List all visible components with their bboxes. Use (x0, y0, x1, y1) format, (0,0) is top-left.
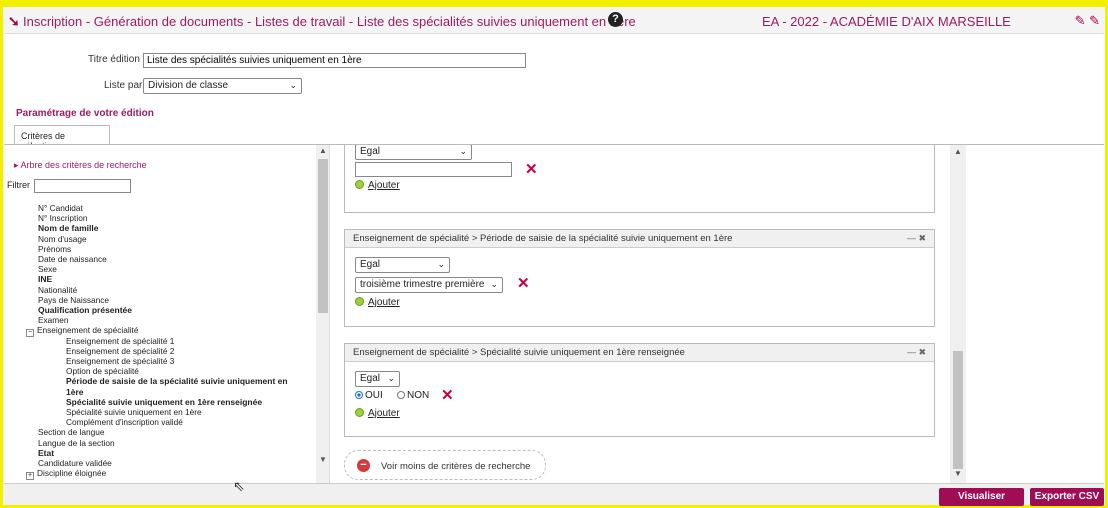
liste-par-select[interactable]: Division de classe ⌄ (143, 78, 302, 94)
panel-header: Enseignement de spécialité > Spécialité … (345, 344, 934, 362)
criteria-scrollbar[interactable]: ▲ ▼ (950, 145, 966, 483)
collapse-icon[interactable]: − (26, 329, 34, 338)
chevron-down-icon: ⌄ (459, 146, 467, 156)
plus-circle-icon (355, 297, 364, 306)
criteria-value-input-top[interactable] (355, 162, 512, 177)
plus-circle-icon (355, 180, 364, 189)
tree-item[interactable]: Enseignement de spécialité 1 (66, 336, 174, 346)
add-button-top[interactable]: Ajouter (355, 180, 400, 191)
criteria-panel-top: Egal ⌄ ✕ Ajouter (344, 145, 935, 213)
tree-scrollbar-thumb[interactable] (318, 159, 328, 313)
tree-item[interactable]: Nom d'usage (38, 234, 87, 244)
mouse-cursor-icon: ⇖ (233, 478, 245, 494)
filter-label: Filtrer (7, 180, 30, 190)
criteria-area: Egal ⌄ ✕ Ajouter Enseignement de spéciali… (336, 145, 966, 483)
help-icon[interactable]: ? (608, 12, 623, 27)
plus-circle-icon (355, 408, 364, 417)
tree-item[interactable]: Spécialité suivie uniquement en 1ère (66, 407, 202, 417)
page-header: ➘ Inscription - Génération de documents … (4, 8, 1104, 34)
panel-controls[interactable]: — ✖ (907, 347, 926, 358)
page-title: Inscription - Génération de documents - … (23, 14, 636, 29)
section-title: Paramétrage de votre édition (16, 108, 154, 119)
scroll-down-icon[interactable]: ▼ (319, 455, 327, 464)
tree-item[interactable]: + Discipline éloignée (26, 468, 106, 481)
criteria-panel-periode: Enseignement de spécialité > Période de … (344, 229, 935, 327)
titre-edition-input[interactable] (143, 53, 526, 68)
tree-item[interactable]: Candidature validée (38, 458, 112, 468)
tree-item[interactable]: N° Candidat (38, 203, 83, 213)
exporter-csv-button[interactable]: Exporter CSV (1030, 488, 1104, 506)
tree-item[interactable]: Qualification présentée (38, 305, 132, 315)
add-button-renseignee[interactable]: Ajouter (355, 408, 400, 419)
tree-item[interactable]: 1ère (66, 387, 84, 397)
tree-item[interactable]: N° Inscription (38, 213, 87, 223)
tree-item[interactable]: Option de spécialité (66, 366, 139, 376)
tree-item[interactable]: Examen (38, 315, 68, 325)
exam-session-label: EA - 2022 - ACADÉMIE D'AIX MARSEILLE (762, 14, 1011, 29)
chevron-down-icon: ⌄ (387, 373, 395, 383)
expand-icon[interactable]: + (26, 472, 34, 481)
panel-header: Enseignement de spécialité > Période de … (345, 230, 934, 248)
tree-scrollbar[interactable]: ▲ ▼ (316, 145, 329, 483)
scroll-up-icon[interactable]: ▲ (319, 146, 327, 155)
chevron-down-icon: ⌄ (490, 279, 498, 289)
criteria-scrollbar-thumb[interactable] (953, 351, 963, 469)
tree-item[interactable]: INE (38, 274, 52, 284)
arrow-down-right-icon: ➘ (8, 13, 20, 29)
delete-icon[interactable]: ✕ (525, 162, 538, 177)
minus-circle-icon: − (357, 459, 370, 472)
tree-item[interactable]: Pays de Naissance (38, 295, 109, 305)
tree-item[interactable]: Nationalité (38, 285, 77, 295)
tree-item[interactable]: Complément d'inscription validé (66, 417, 183, 427)
filter-input[interactable] (34, 179, 131, 193)
operator-select-top[interactable]: Egal ⌄ (355, 145, 472, 160)
visualiser-button[interactable]: Visualiser (939, 488, 1024, 506)
tree-item[interactable]: Date de naissance (38, 254, 107, 264)
tree-item[interactable]: Spécialité suivie uniquement en 1ère ren… (66, 397, 262, 407)
edit-icon[interactable]: ✎ (1075, 13, 1086, 28)
scroll-up-icon[interactable]: ▲ (954, 147, 962, 156)
chevron-down-icon: ⌄ (289, 80, 297, 90)
edit-icons[interactable]: ✎ ✎ (1075, 13, 1100, 29)
tree-heading[interactable]: ▸ Arbre des critères de recherche (14, 160, 147, 171)
panel-controls[interactable]: — ✖ (907, 233, 926, 244)
chevron-down-icon: ⌄ (437, 259, 445, 269)
criteria-panel-renseignee: Enseignement de spécialité > Spécialité … (344, 343, 935, 437)
tree-item[interactable]: Enseignement de spécialité 3 (66, 356, 174, 366)
periode-value-select[interactable]: troisième trimestre première ⌄ (355, 277, 503, 293)
add-button-periode[interactable]: Ajouter (355, 297, 400, 308)
tree-item[interactable]: Section de langue (38, 427, 104, 437)
operator-select-renseignee[interactable]: Egal ⌄ (355, 371, 400, 387)
delete-icon[interactable]: ✕ (441, 388, 454, 403)
scroll-down-icon[interactable]: ▼ (954, 469, 962, 478)
tree-item[interactable]: Période de saisie de la spécialité suivi… (66, 376, 288, 386)
tree-item[interactable]: Enseignement de spécialité 2 (66, 346, 174, 356)
triangle-right-icon: ▸ (14, 160, 19, 170)
tab-criteres-selection[interactable]: Critères de sélection (14, 125, 110, 151)
tree-item[interactable]: Sexe (38, 264, 57, 274)
titre-label: Titre édition (88, 54, 140, 65)
radio-oui[interactable]: OUI (355, 390, 383, 401)
edit-all-icon[interactable]: ✎ (1089, 13, 1100, 28)
delete-icon[interactable]: ✕ (517, 276, 530, 291)
liste-par-label: Liste par (104, 80, 143, 91)
tree-item[interactable]: Nom de famille (38, 223, 98, 233)
tree-item[interactable]: Langue de la section (38, 438, 115, 448)
tree-item[interactable]: Etat (38, 448, 54, 458)
operator-select-periode[interactable]: Egal ⌄ (355, 257, 450, 273)
radio-non[interactable]: NON (397, 390, 429, 401)
tree-item[interactable]: Prénoms (38, 244, 71, 254)
less-criteria-button[interactable]: − Voir moins de critères de recherche (344, 450, 546, 480)
criteria-tree-panel: ▸ Arbre des critères de recherche Filtre… (4, 145, 330, 483)
